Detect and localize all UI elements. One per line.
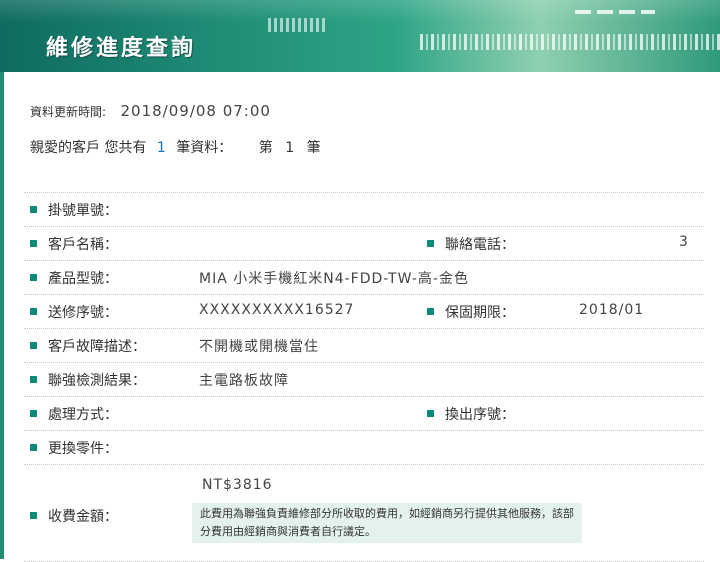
record-summary: 親愛的客戶 您共有 1 筆資料： 第 1 筆 bbox=[30, 137, 321, 157]
summary-mid: 筆資料： bbox=[176, 140, 233, 156]
phone-label: 聯絡電話： bbox=[445, 237, 515, 253]
table-row: 客戶故障描述： 不開機或開機當住 bbox=[24, 328, 704, 362]
fault-desc-value: 不開機或開機當住 bbox=[199, 339, 319, 355]
left-border bbox=[0, 72, 4, 559]
table-row: 掛號單號： bbox=[24, 192, 704, 226]
phone-value: 3 bbox=[679, 234, 689, 250]
repair-detail-table: 掛號單號： 客戶名稱： 聯絡電話： 3 產品型號： MIA 小米手機紅米N4-F… bbox=[24, 192, 704, 562]
header-banner: 維修進度查詢 bbox=[0, 0, 720, 72]
serial-value: XXXXXXXXXX16527 bbox=[199, 302, 355, 318]
table-row: 聯強檢測結果： 主電路板故障 bbox=[24, 362, 704, 396]
bullet-icon bbox=[30, 206, 37, 213]
table-row: 送修序號： XXXXXXXXXX16527 保固期限： 2018/01 bbox=[24, 294, 704, 328]
update-time-value: 2018/09/08 07:00 bbox=[120, 102, 271, 120]
banner-decoration-dashes bbox=[575, 10, 655, 14]
bullet-icon bbox=[30, 376, 37, 383]
page-number: 1 bbox=[285, 140, 295, 156]
swap-serial-label: 換出序號： bbox=[445, 407, 515, 423]
warranty-value: 2018/01 bbox=[579, 302, 645, 318]
inspection-value: 主電路板故障 bbox=[199, 373, 289, 389]
page-prefix: 第 bbox=[258, 140, 273, 156]
bullet-icon bbox=[30, 342, 37, 349]
banner-decoration-barcode bbox=[420, 34, 720, 50]
bullet-icon bbox=[30, 308, 37, 315]
bullet-icon bbox=[30, 512, 37, 519]
model-value: MIA 小米手機紅米N4-FDD-TW-高-金色 bbox=[199, 271, 469, 287]
customer-name-label: 客戶名稱： bbox=[48, 237, 118, 253]
record-count: 1 bbox=[156, 140, 166, 156]
bullet-icon bbox=[30, 274, 37, 281]
update-time-line: 資料更新時間: 2018/09/08 07:00 bbox=[30, 102, 271, 120]
bullet-icon bbox=[30, 444, 37, 451]
summary-prefix: 親愛的客戶 您共有 bbox=[30, 140, 147, 156]
bullet-icon bbox=[427, 410, 434, 417]
bullet-icon bbox=[30, 240, 37, 247]
table-row: 收費金額： NT$3816 此費用為聯強負責維修部分所收取的費用，如經銷商另行提… bbox=[24, 464, 704, 562]
table-row: 產品型號： MIA 小米手機紅米N4-FDD-TW-高-金色 bbox=[24, 260, 704, 294]
page-title: 維修進度查詢 bbox=[46, 35, 197, 61]
fee-label: 收費金額： bbox=[48, 509, 118, 525]
serial-label: 送修序號： bbox=[48, 305, 118, 321]
parts-label: 更換零件： bbox=[48, 441, 118, 457]
bullet-icon bbox=[427, 240, 434, 247]
inspection-label: 聯強檢測結果： bbox=[48, 373, 146, 389]
fee-note: 此費用為聯強負責維修部分所收取的費用，如經銷商另行提供其他服務，該部分費用由經銷… bbox=[192, 503, 582, 543]
table-row: 客戶名稱： 聯絡電話： 3 bbox=[24, 226, 704, 260]
handling-label: 處理方式： bbox=[48, 407, 118, 423]
update-time-label: 資料更新時間: bbox=[30, 105, 107, 119]
warranty-label: 保固期限： bbox=[445, 305, 515, 321]
banner-decoration-bars bbox=[268, 18, 328, 32]
bullet-icon bbox=[427, 308, 434, 315]
fault-desc-label: 客戶故障描述： bbox=[48, 339, 146, 355]
table-row: 處理方式： 換出序號： bbox=[24, 396, 704, 430]
fee-amount: NT$3816 bbox=[202, 477, 273, 493]
table-row: 更換零件： bbox=[24, 430, 704, 464]
bullet-icon bbox=[30, 410, 37, 417]
ticket-no-label: 掛號單號： bbox=[48, 203, 118, 219]
model-label: 產品型號： bbox=[48, 271, 118, 287]
page-suffix: 筆 bbox=[306, 140, 321, 156]
